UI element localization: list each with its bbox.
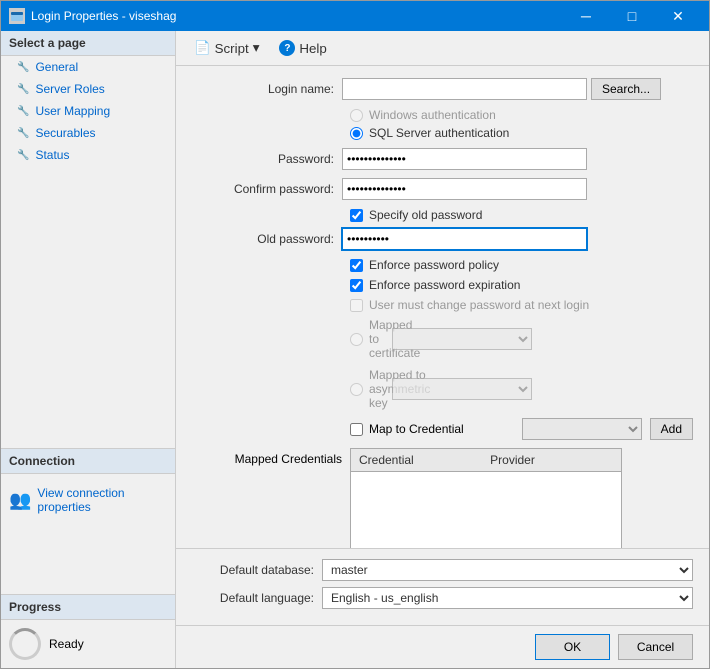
map-to-credential-dropdown[interactable] [522,418,642,440]
help-button[interactable]: ? Help [271,37,334,59]
status-icon: 🔧 [17,150,29,161]
window-title: Login Properties - viseshag [31,9,176,23]
sql-auth-option[interactable]: SQL Server authentication [350,126,693,140]
default-database-label: Default database: [192,563,322,577]
windows-auth-radio[interactable] [350,109,363,122]
specify-old-password-checkbox[interactable] [350,209,363,222]
default-language-label: Default language: [192,591,322,605]
general-icon: 🔧 [17,62,29,73]
sidebar-item-user-mapping[interactable]: 🔧 User Mapping [1,100,175,122]
help-icon: ? [279,40,295,56]
auth-radio-group: Windows authentication SQL Server authen… [192,108,693,140]
toolbar: 📄 Script ▾ ? Help [176,31,709,66]
default-database-row: Default database: master [192,559,693,581]
sidebar-item-general[interactable]: 🔧 General [1,56,175,78]
cancel-button[interactable]: Cancel [618,634,693,660]
user-mapping-icon: 🔧 [17,106,29,117]
search-button[interactable]: Search... [591,78,661,100]
window-controls: ─ □ ✕ [563,1,701,31]
login-name-row: Login name: Search... [192,78,693,100]
main-area: 📄 Script ▾ ? Help Login name: Search... [176,31,709,668]
mapped-to-asym-dropdown[interactable] [392,378,532,400]
minimize-button[interactable]: ─ [563,1,609,31]
sidebar-item-status[interactable]: 🔧 Status [1,144,175,166]
old-password-input[interactable] [342,228,587,250]
mapped-to-cert-radio[interactable] [350,333,363,346]
server-roles-icon: 🔧 [17,84,29,95]
confirm-password-input[interactable] [342,178,587,200]
securables-icon: 🔧 [17,128,29,139]
default-language-row: Default language: English - us_english [192,587,693,609]
ready-label: Ready [49,637,84,651]
user-must-change-row: User must change password at next login [192,298,693,312]
view-connection-properties-link[interactable]: 👥 View connection properties [9,482,167,518]
bottom-form: Default database: master Default languag… [176,548,709,625]
connection-section-label: Connection [1,448,175,474]
enforce-expiration-checkbox[interactable] [350,279,363,292]
connection-icon: 👥 [9,490,31,511]
mapped-to-cert-row: Mapped to certificate [192,318,693,360]
mapped-to-asym-row: Mapped to asymmetric key [192,368,693,410]
default-language-dropdown[interactable]: English - us_english [322,587,693,609]
sidebar-spacer [1,166,175,448]
mapped-credentials-section: Mapped Credentials Credential Provider R… [192,448,693,548]
mapped-to-asym-radio[interactable] [350,383,363,396]
sidebar: Select a page 🔧 General 🔧 Server Roles 🔧… [1,31,176,668]
sidebar-item-securables[interactable]: 🔧 Securables [1,122,175,144]
add-button[interactable]: Add [650,418,693,440]
login-name-label: Login name: [192,82,342,96]
map-to-credential-row: Map to Credential Add [192,418,693,440]
title-bar-left: Login Properties - viseshag [9,8,176,24]
enforce-policy-row: Enforce password policy [192,258,693,272]
specify-old-password-row: Specify old password [192,208,693,222]
close-button[interactable]: ✕ [655,1,701,31]
credential-table-header: Credential Provider [351,449,621,472]
enforce-policy-checkbox[interactable] [350,259,363,272]
password-row: Password: [192,148,693,170]
mapped-to-asym-option[interactable]: Mapped to asymmetric key [192,368,392,410]
old-password-row: Old password: [192,228,693,250]
map-to-credential-checkbox[interactable] [350,423,363,436]
progress-section-label: Progress [1,594,175,620]
specify-old-password-label: Specify old password [369,208,482,222]
progress-spinner [9,628,41,660]
mapped-credentials-label: Mapped Credentials [192,448,350,466]
connection-content: 👥 View connection properties [1,474,175,594]
script-dropdown-icon: ▾ [253,40,260,56]
script-button[interactable]: 📄 Script ▾ [186,37,267,59]
enforce-policy-label: Enforce password policy [369,258,499,272]
user-must-change-checkbox[interactable] [350,299,363,312]
password-label: Password: [192,152,342,166]
select-page-section: Select a page [1,31,175,56]
enforce-expiration-row: Enforce password expiration [192,278,693,292]
title-bar: Login Properties - viseshag ─ □ ✕ [1,1,709,31]
main-content: Select a page 🔧 General 🔧 Server Roles 🔧… [1,31,709,668]
progress-content: Ready [1,620,175,668]
old-password-label: Old password: [192,232,342,246]
credential-actions: Remove [622,448,693,548]
mapped-to-cert-option[interactable]: Mapped to certificate [192,318,392,360]
provider-col-header: Provider [486,451,617,469]
user-must-change-label: User must change password at next login [369,298,589,312]
confirm-password-label: Confirm password: [192,182,342,196]
login-name-input[interactable] [342,78,587,100]
credential-col-header: Credential [355,451,486,469]
mapped-to-cert-dropdown[interactable] [392,328,532,350]
password-input[interactable] [342,148,587,170]
default-database-dropdown[interactable]: master [322,559,693,581]
credential-table[interactable]: Credential Provider [350,448,622,548]
form-area: Login name: Search... Windows authentica… [176,66,709,548]
maximize-button[interactable]: □ [609,1,655,31]
window-icon [9,8,25,24]
enforce-expiration-label: Enforce password expiration [369,278,520,292]
sidebar-item-server-roles[interactable]: 🔧 Server Roles [1,78,175,100]
sql-auth-radio[interactable] [350,127,363,140]
script-icon: 📄 [194,40,211,56]
windows-auth-option[interactable]: Windows authentication [350,108,693,122]
ok-button[interactable]: OK [535,634,610,660]
login-properties-window: Login Properties - viseshag ─ □ ✕ Select… [0,0,710,669]
dialog-buttons: OK Cancel [176,625,709,668]
confirm-password-row: Confirm password: [192,178,693,200]
map-to-credential-label: Map to Credential [369,422,464,436]
